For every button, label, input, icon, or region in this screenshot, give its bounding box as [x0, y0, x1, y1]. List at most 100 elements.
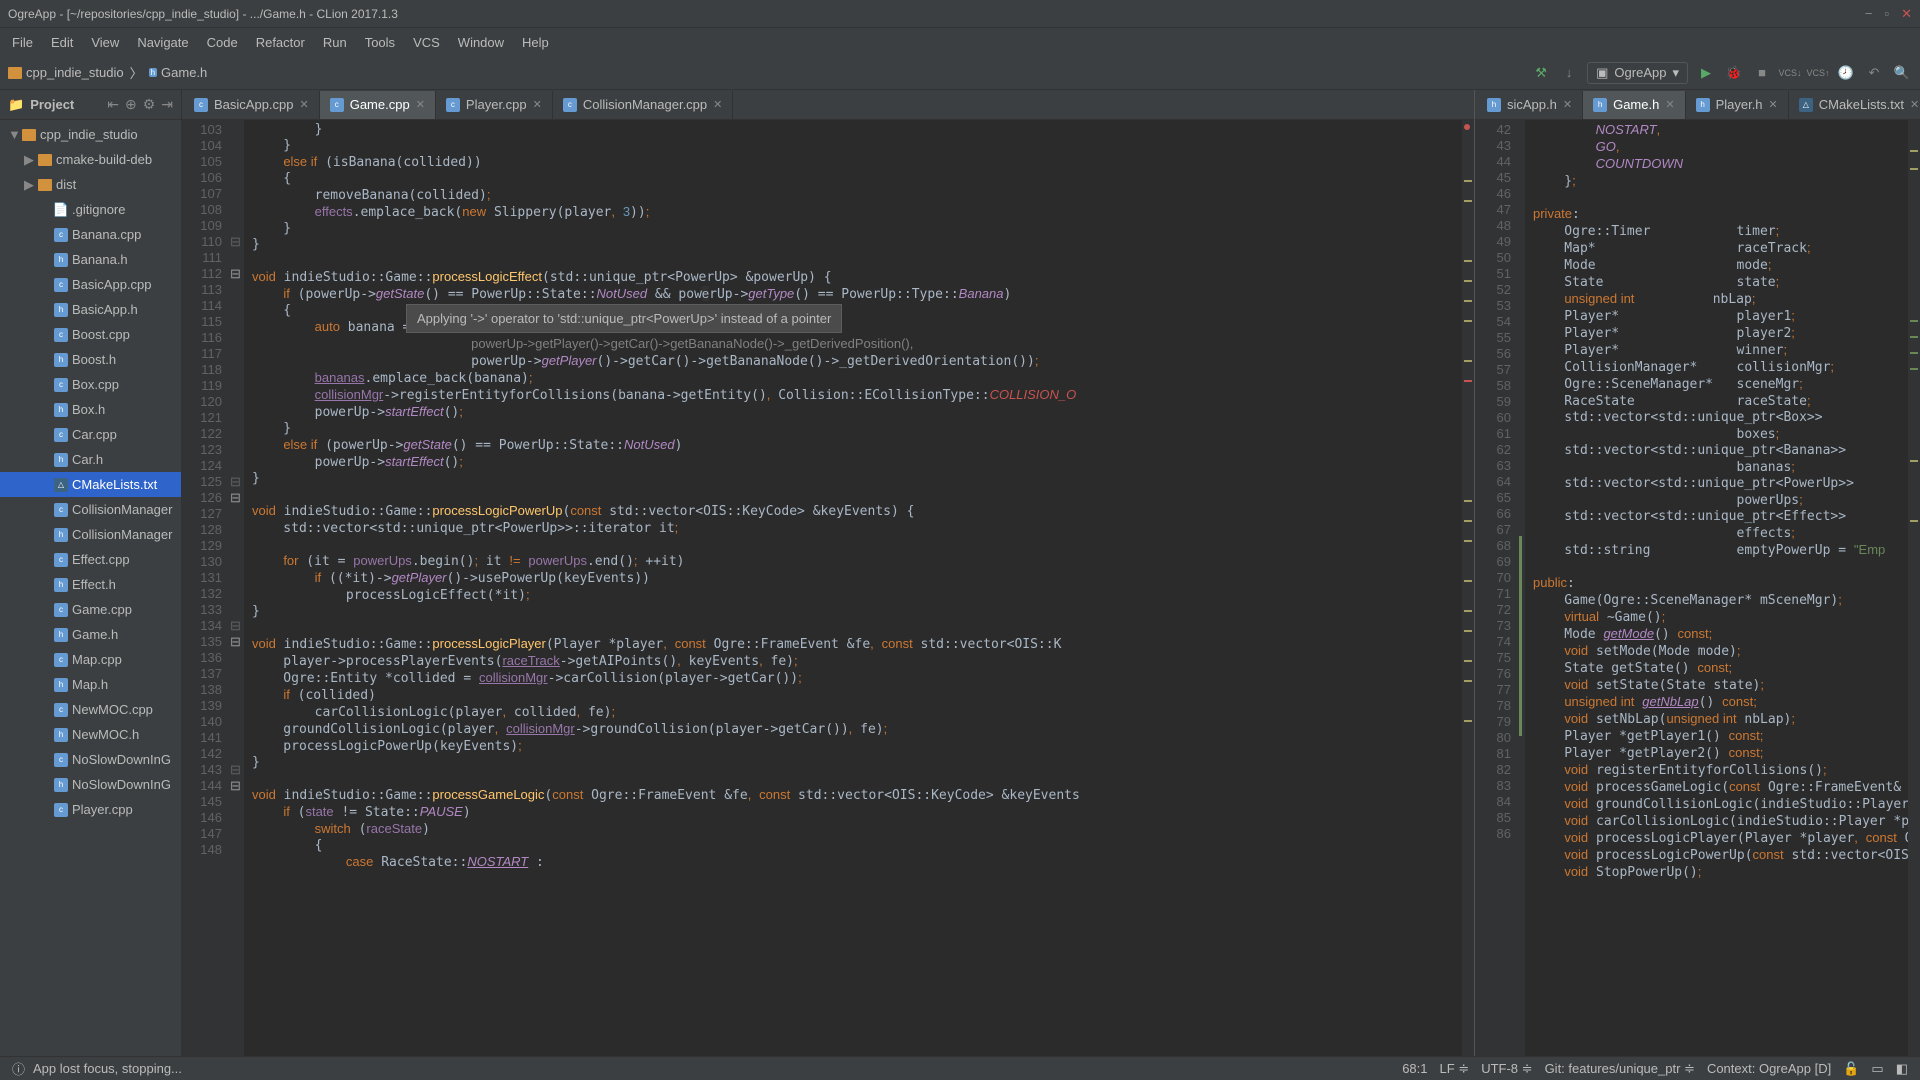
code-content-left[interactable]: } } else if (isBanana(collided)) { remov…: [244, 120, 1462, 1056]
tree-item-dist[interactable]: ▶dist: [0, 172, 181, 197]
close-icon[interactable]: ✕: [533, 98, 542, 111]
close-icon[interactable]: ✕: [1769, 98, 1778, 111]
error-stripe-right[interactable]: [1908, 120, 1920, 1056]
history-icon[interactable]: 🕗: [1836, 63, 1856, 83]
close-icon[interactable]: ✕: [1563, 98, 1572, 111]
stop-icon[interactable]: ■: [1752, 63, 1772, 83]
tree-item-cmakelists-txt[interactable]: △CMakeLists.txt: [0, 472, 181, 497]
down-icon[interactable]: ↓: [1559, 63, 1579, 83]
menu-refactor[interactable]: Refactor: [248, 31, 313, 54]
gutter-left[interactable]: 1031041051061071081091101111121131141151…: [182, 120, 230, 1056]
hammer-icon[interactable]: ⚒: [1531, 63, 1551, 83]
tree-item-map-h[interactable]: hMap.h: [0, 672, 181, 697]
run-icon[interactable]: ▶: [1696, 63, 1716, 83]
tree-item-car-cpp[interactable]: cCar.cpp: [0, 422, 181, 447]
tree-item-map-cpp[interactable]: cMap.cpp: [0, 647, 181, 672]
tree-item-noslowdowning[interactable]: cNoSlowDownInG: [0, 747, 181, 772]
close-icon[interactable]: ✕: [300, 98, 309, 111]
menu-navigate[interactable]: Navigate: [129, 31, 196, 54]
tab-collisionmanager-cpp[interactable]: cCollisionManager.cpp✕: [553, 91, 734, 119]
collapse-icon[interactable]: ⇤: [107, 96, 119, 113]
gear-icon[interactable]: ⚙: [143, 96, 156, 113]
hide-icon[interactable]: ⇥: [161, 96, 173, 113]
menu-view[interactable]: View: [83, 31, 127, 54]
tab-player-h[interactable]: hPlayer.h✕: [1686, 91, 1789, 119]
tree-item-collisionmanager[interactable]: hCollisionManager: [0, 522, 181, 547]
tree-item-game-cpp[interactable]: cGame.cpp: [0, 597, 181, 622]
menu-edit[interactable]: Edit: [43, 31, 81, 54]
tree-item-cmake-build-deb[interactable]: ▶cmake-build-deb: [0, 147, 181, 172]
file-tree[interactable]: ▼cpp_indie_studio▶cmake-build-deb▶dist📄.…: [0, 120, 181, 1056]
vcs-update-icon[interactable]: VCS↓: [1780, 63, 1800, 83]
tree-item-banana-h[interactable]: hBanana.h: [0, 247, 181, 272]
tree-item--gitignore[interactable]: 📄.gitignore: [0, 197, 181, 222]
lock-icon[interactable]: 🔓: [1843, 1061, 1859, 1077]
mem-icon[interactable]: ▭: [1871, 1061, 1883, 1077]
tab-game-cpp[interactable]: cGame.cpp✕: [320, 91, 436, 119]
code-area-right[interactable]: 4243444546474849505152535455565758596061…: [1475, 120, 1920, 1056]
context[interactable]: Context: OgreApp [D]: [1707, 1061, 1831, 1076]
menu-help[interactable]: Help: [514, 31, 557, 54]
target-icon[interactable]: ⊕: [125, 96, 137, 113]
tree-item-effect-h[interactable]: hEffect.h: [0, 572, 181, 597]
hector-icon[interactable]: ◧: [1896, 1061, 1908, 1077]
tree-item-label: NewMOC.h: [72, 727, 139, 742]
menu-run[interactable]: Run: [315, 31, 355, 54]
minimize-icon[interactable]: −: [1865, 6, 1873, 22]
cursor-position[interactable]: 68:1: [1402, 1061, 1427, 1076]
tree-item-boost-cpp[interactable]: cBoost.cpp: [0, 322, 181, 347]
tree-item-newmoc-h[interactable]: hNewMOC.h: [0, 722, 181, 747]
error-indicator-icon[interactable]: [1464, 124, 1470, 130]
vcs-commit-icon[interactable]: VCS↑: [1808, 63, 1828, 83]
tree-item-basicapp-cpp[interactable]: cBasicApp.cpp: [0, 272, 181, 297]
fold-column[interactable]: ⊟ ⊟ ⊟⊟ ⊟⊟ ⊟⊟: [230, 120, 244, 1056]
tree-item-game-h[interactable]: hGame.h: [0, 622, 181, 647]
menu-code[interactable]: Code: [199, 31, 246, 54]
tree-item-effect-cpp[interactable]: cEffect.cpp: [0, 547, 181, 572]
close-icon[interactable]: ✕: [1665, 98, 1674, 111]
close-icon[interactable]: ✕: [1901, 6, 1912, 22]
maximize-icon[interactable]: ▫: [1884, 6, 1889, 22]
close-icon[interactable]: ✕: [416, 98, 425, 111]
menu-file[interactable]: File: [4, 31, 41, 54]
menu-tools[interactable]: Tools: [357, 31, 403, 54]
close-icon[interactable]: ✕: [713, 98, 722, 111]
tree-item-player-cpp[interactable]: cPlayer.cpp: [0, 797, 181, 822]
tree-item-collisionmanager[interactable]: cCollisionManager: [0, 497, 181, 522]
tab-file-icon: c: [563, 98, 577, 112]
h-file-icon: h: [54, 578, 68, 592]
menu-vcs[interactable]: VCS: [405, 31, 448, 54]
tree-item-boost-h[interactable]: hBoost.h: [0, 347, 181, 372]
tab-basicapp-cpp[interactable]: cBasicApp.cpp✕: [184, 91, 320, 119]
tree-item-banana-cpp[interactable]: cBanana.cpp: [0, 222, 181, 247]
debug-icon[interactable]: 🐞: [1724, 63, 1744, 83]
tab-cmakelists-txt[interactable]: △CMakeLists.txt✕: [1789, 91, 1920, 119]
tab-game-h[interactable]: hGame.h✕: [1583, 91, 1685, 119]
tab-sicapp-h[interactable]: hsicApp.h✕: [1477, 91, 1583, 119]
line-ending[interactable]: LF ≑: [1440, 1061, 1470, 1077]
tree-item-box-cpp[interactable]: cBox.cpp: [0, 372, 181, 397]
tree-item-basicapp-h[interactable]: hBasicApp.h: [0, 297, 181, 322]
gutter-right[interactable]: 4243444546474849505152535455565758596061…: [1475, 120, 1519, 1056]
chevron-down-icon: ▾: [1672, 65, 1679, 81]
encoding[interactable]: UTF-8 ≑: [1481, 1061, 1532, 1077]
breadcrumb-project[interactable]: cpp_indie_studio: [8, 65, 124, 80]
tree-item-car-h[interactable]: hCar.h: [0, 447, 181, 472]
error-stripe-left[interactable]: [1462, 120, 1474, 1056]
tree-item-noslowdowning[interactable]: hNoSlowDownInG: [0, 772, 181, 797]
code-area-left[interactable]: 1031041051061071081091101111121131141151…: [182, 120, 1474, 1056]
search-icon[interactable]: 🔍: [1892, 63, 1912, 83]
breadcrumb-file[interactable]: h Game.h: [149, 65, 208, 80]
git-branch[interactable]: Git: features/unique_ptr ≑: [1545, 1061, 1695, 1077]
tab-player-cpp[interactable]: cPlayer.cpp✕: [436, 91, 553, 119]
h-file-icon: h: [54, 453, 68, 467]
run-config-dropdown[interactable]: ▣ OgreApp ▾: [1587, 62, 1688, 84]
tab-file-icon: c: [330, 98, 344, 112]
code-content-right[interactable]: NOSTART, GO, COUNTDOWN }; private: Ogre:…: [1525, 120, 1908, 1056]
tree-item-newmoc-cpp[interactable]: cNewMOC.cpp: [0, 697, 181, 722]
tree-item-cpp_indie_studio[interactable]: ▼cpp_indie_studio: [0, 122, 181, 147]
menu-window[interactable]: Window: [450, 31, 512, 54]
close-icon[interactable]: ✕: [1910, 98, 1919, 111]
tree-item-box-h[interactable]: hBox.h: [0, 397, 181, 422]
undo-icon[interactable]: ↶: [1864, 63, 1884, 83]
